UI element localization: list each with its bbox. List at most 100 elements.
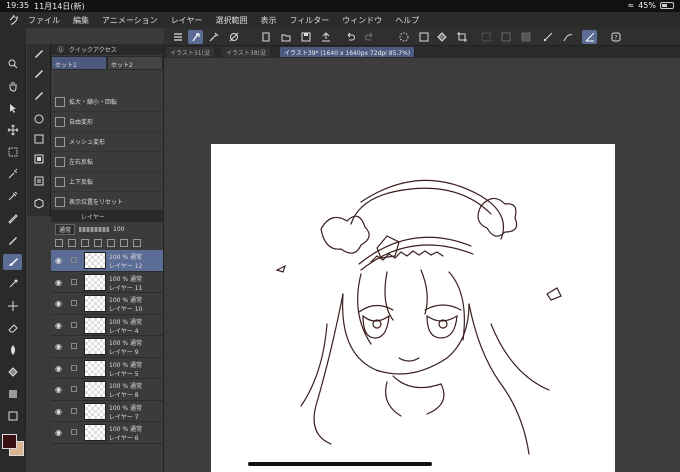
pen-icon[interactable] — [3, 210, 22, 226]
modifier-key-icon[interactable] — [188, 30, 203, 44]
clear-icon[interactable] — [416, 30, 431, 44]
layer-row[interactable]: ◉ 100 % 通常 レイヤー 6 — [51, 422, 163, 444]
ruler-icon[interactable] — [120, 239, 128, 247]
layer-row[interactable]: ◉ 100 % 通常 レイヤー 7 — [51, 400, 163, 422]
layer-check-icon[interactable] — [71, 300, 77, 306]
snap-ruler-icon[interactable] — [540, 30, 555, 44]
pencil-icon[interactable] — [3, 232, 22, 248]
quick-access-set-2[interactable]: セット2 — [107, 56, 163, 70]
tab-illust39[interactable]: イラスト39* (1640 x 1640px 72dpi 85.7%) — [280, 47, 416, 57]
selection-border-icon[interactable] — [518, 30, 533, 44]
layer-check-icon[interactable] — [71, 386, 77, 392]
fill-tool-icon[interactable] — [3, 364, 22, 380]
app-logo-icon[interactable]: ク — [0, 12, 28, 28]
open-folder-icon[interactable] — [278, 30, 293, 44]
qa-item-flip-horizontal[interactable]: 左右反転 — [51, 152, 163, 172]
loading-icon[interactable] — [396, 30, 411, 44]
menu-file[interactable]: ファイル — [28, 15, 60, 26]
qa-item-free-transform[interactable]: 自由変形 — [51, 112, 163, 132]
visibility-eye-icon[interactable]: ◉ — [55, 385, 62, 394]
selection-icon[interactable] — [3, 144, 22, 160]
redo-icon[interactable] — [362, 30, 377, 44]
qa-item-scale-rotate[interactable]: 拡大・縮小・回転 — [51, 92, 163, 112]
hide-icon[interactable] — [226, 30, 241, 44]
snap-special-ruler-icon[interactable] — [560, 30, 575, 44]
layer-check-icon[interactable] — [71, 278, 77, 285]
tab-illust38[interactable]: イラスト38(没 — [222, 47, 271, 57]
figure-icon[interactable] — [3, 408, 22, 424]
move-layer-icon[interactable] — [3, 122, 22, 138]
qa-item-mesh-transform[interactable]: メッシュ変形 — [51, 132, 163, 152]
menu-filter[interactable]: フィルター — [289, 15, 329, 26]
layer-row[interactable]: ◉ 100 % 通常 レイヤー 8 — [51, 379, 163, 401]
operation-icon[interactable] — [3, 100, 22, 116]
canvas-area[interactable] — [164, 58, 680, 472]
menu-view[interactable]: 表示 — [260, 15, 276, 26]
subtool-oil-icon[interactable] — [31, 88, 47, 102]
hamburger-icon[interactable] — [170, 30, 185, 44]
menu-help[interactable]: ヘルプ — [395, 15, 419, 26]
gradient-icon[interactable] — [3, 386, 22, 402]
layer-row[interactable]: ◉ 100 % 通常 レイヤー 5 — [51, 357, 163, 379]
help-icon[interactable]: ? — [608, 30, 623, 44]
menu-window[interactable]: ウィンドウ — [342, 15, 382, 26]
auto-select-icon[interactable] — [3, 166, 22, 182]
eraser-icon[interactable] — [3, 320, 22, 336]
visibility-eye-icon[interactable]: ◉ — [55, 364, 62, 373]
subtool-history-icon[interactable] — [31, 174, 47, 188]
layer-check-icon[interactable] — [71, 429, 77, 435]
subtool-watercolor-icon[interactable] — [31, 66, 47, 80]
layer-row[interactable]: ◉ 100 % 通常 レイヤー 11 — [51, 271, 163, 293]
layer-row[interactable]: ◉ 100 % 通常 レイヤー 9 — [51, 336, 163, 358]
reference-layer-icon[interactable] — [68, 239, 76, 247]
foreground-color-swatch[interactable] — [2, 434, 17, 449]
hand-icon[interactable] — [3, 78, 22, 94]
new-file-icon[interactable] — [258, 30, 273, 44]
brush-icon[interactable] — [3, 254, 22, 270]
save-icon[interactable] — [298, 30, 313, 44]
quick-access-set-1[interactable]: セット1 — [51, 56, 107, 70]
subtool-navigator-icon[interactable] — [31, 152, 47, 166]
qa-item-flip-vertical[interactable]: 上下反転 — [51, 172, 163, 192]
blend-icon[interactable] — [3, 342, 22, 358]
deselect-icon[interactable] — [478, 30, 493, 44]
layer-check-icon[interactable] — [71, 343, 77, 349]
subtool-material-icon[interactable] — [31, 196, 47, 210]
subtool-brush-icon[interactable] — [31, 46, 47, 60]
tab-illust31[interactable]: イラスト31(没 — [166, 47, 215, 57]
undo-icon[interactable] — [342, 30, 357, 44]
visibility-eye-icon[interactable]: ◉ — [55, 278, 62, 287]
layer-opacity-slider[interactable] — [79, 226, 110, 232]
layer-row[interactable]: ◉ 100 % 通常 レイヤー 4 — [51, 314, 163, 336]
visibility-eye-icon[interactable]: ◉ — [55, 299, 62, 308]
eyedropper-icon[interactable] — [206, 30, 221, 44]
layer-check-icon[interactable] — [71, 364, 77, 371]
menu-layer[interactable]: レイヤー — [171, 15, 203, 26]
layer-check-icon[interactable] — [71, 407, 77, 414]
menu-animation[interactable]: アニメーション — [102, 15, 158, 26]
layer-row[interactable]: ◉ 100 % 通常 レイヤー 10 — [51, 293, 163, 315]
layer-row[interactable]: ◉ 100 % 通常 レイヤー 12 — [51, 250, 163, 272]
visibility-eye-icon[interactable]: ◉ — [55, 428, 62, 437]
invert-selection-icon[interactable] — [498, 30, 513, 44]
transform-icon[interactable] — [454, 30, 469, 44]
visibility-eye-icon[interactable]: ◉ — [55, 321, 62, 330]
visibility-eye-icon[interactable]: ◉ — [55, 407, 62, 416]
layer-check-icon[interactable] — [71, 321, 77, 328]
eyedropper-tool-icon[interactable] — [3, 188, 22, 204]
fill-icon[interactable] — [434, 30, 449, 44]
snap-grid-icon[interactable] — [582, 30, 597, 44]
lock-layer-icon[interactable] — [81, 239, 89, 247]
mask-icon[interactable] — [107, 239, 115, 247]
subtool-color-icon[interactable] — [31, 112, 47, 126]
subtool-layer-prop-icon[interactable] — [31, 132, 47, 146]
layer-blend-mode-select[interactable]: 通常 — [55, 223, 76, 235]
menu-selection[interactable]: 選択範囲 — [215, 15, 247, 26]
menu-edit[interactable]: 編集 — [73, 15, 89, 26]
canvas-paper[interactable] — [211, 144, 615, 472]
export-icon[interactable] — [318, 30, 333, 44]
layer-color-icon[interactable] — [133, 239, 141, 247]
airbrush-icon[interactable] — [3, 276, 22, 292]
layer-opacity-value[interactable]: 100 — [113, 226, 124, 233]
zoom-icon[interactable] — [3, 56, 22, 72]
